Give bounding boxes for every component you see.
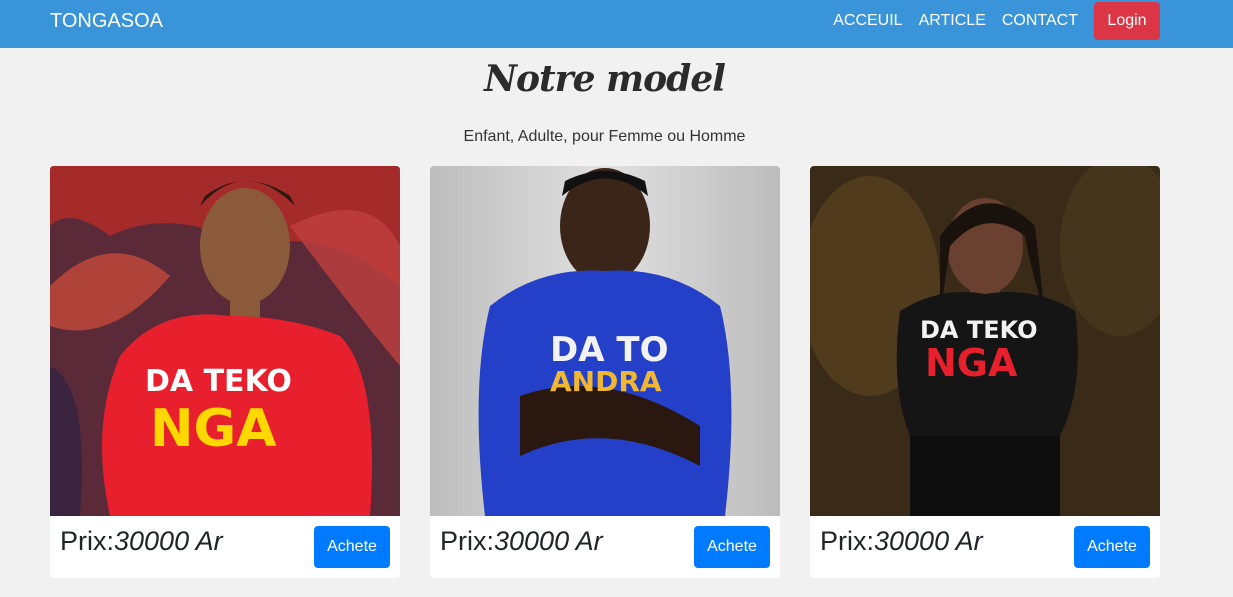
product-card-footer: Prix:30000 Ar Achete xyxy=(810,516,1160,578)
product-card: DA TEKO NGA Prix:30000 Ar Achete xyxy=(810,166,1160,578)
nav-link-article[interactable]: ARTICLE xyxy=(919,12,986,30)
product-photo-woman-red-shirt: DA TEKO NGA xyxy=(50,166,400,516)
price-amount: 30000 Ar xyxy=(874,526,983,556)
price-label: Prix: xyxy=(440,526,494,556)
nav-link-acceuil[interactable]: ACCEUIL xyxy=(833,12,902,30)
shirt-print-line2: NGA xyxy=(925,341,1018,385)
product-card-footer: Prix:30000 Ar Achete xyxy=(50,516,400,578)
product-card: DA TO ANDRA Prix:30000 Ar Achete xyxy=(430,166,780,578)
price-label: Prix: xyxy=(820,526,874,556)
product-photo-man-blue-shirt: DA TO ANDRA xyxy=(430,166,780,516)
buy-button[interactable]: Achete xyxy=(1074,526,1150,568)
product-card: DA TEKO NGA Prix:30000 Ar Achete xyxy=(50,166,400,578)
product-photo-girl-black-shirt: DA TEKO NGA xyxy=(810,166,1160,516)
price-label: Prix: xyxy=(60,526,114,556)
price-amount: 30000 Ar xyxy=(494,526,603,556)
price-amount: 30000 Ar xyxy=(114,526,223,556)
login-button[interactable]: Login xyxy=(1094,2,1160,40)
buy-button[interactable]: Achete xyxy=(314,526,390,568)
product-price: Prix:30000 Ar xyxy=(820,526,983,557)
product-list: DA TEKO NGA Prix:30000 Ar Achete DA TO A… xyxy=(50,166,1160,578)
page-title: Notre model xyxy=(484,58,726,100)
shirt-print-line2: NGA xyxy=(150,399,276,459)
product-card-footer: Prix:30000 Ar Achete xyxy=(430,516,780,578)
shirt-print-line2: ANDRA xyxy=(550,365,662,398)
shirt-print-line1: DA TEKO xyxy=(920,316,1038,344)
brand-logo-link[interactable]: TONGASOA xyxy=(50,10,163,33)
product-price: Prix:30000 Ar xyxy=(440,526,603,557)
nav-link-contact[interactable]: CONTACT xyxy=(1002,12,1078,30)
buy-button[interactable]: Achete xyxy=(694,526,770,568)
product-price: Prix:30000 Ar xyxy=(60,526,223,557)
page-subtitle: Enfant, Adulte, pour Femme ou Homme xyxy=(463,128,746,145)
shirt-print-line1: DA TEKO xyxy=(145,364,292,399)
nav-links: ACCEUIL ARTICLE CONTACT Login xyxy=(833,2,1160,40)
shirt-print-line1: DA TO xyxy=(550,330,668,370)
top-navbar: TONGASOA ACCEUIL ARTICLE CONTACT Login xyxy=(0,0,1233,48)
